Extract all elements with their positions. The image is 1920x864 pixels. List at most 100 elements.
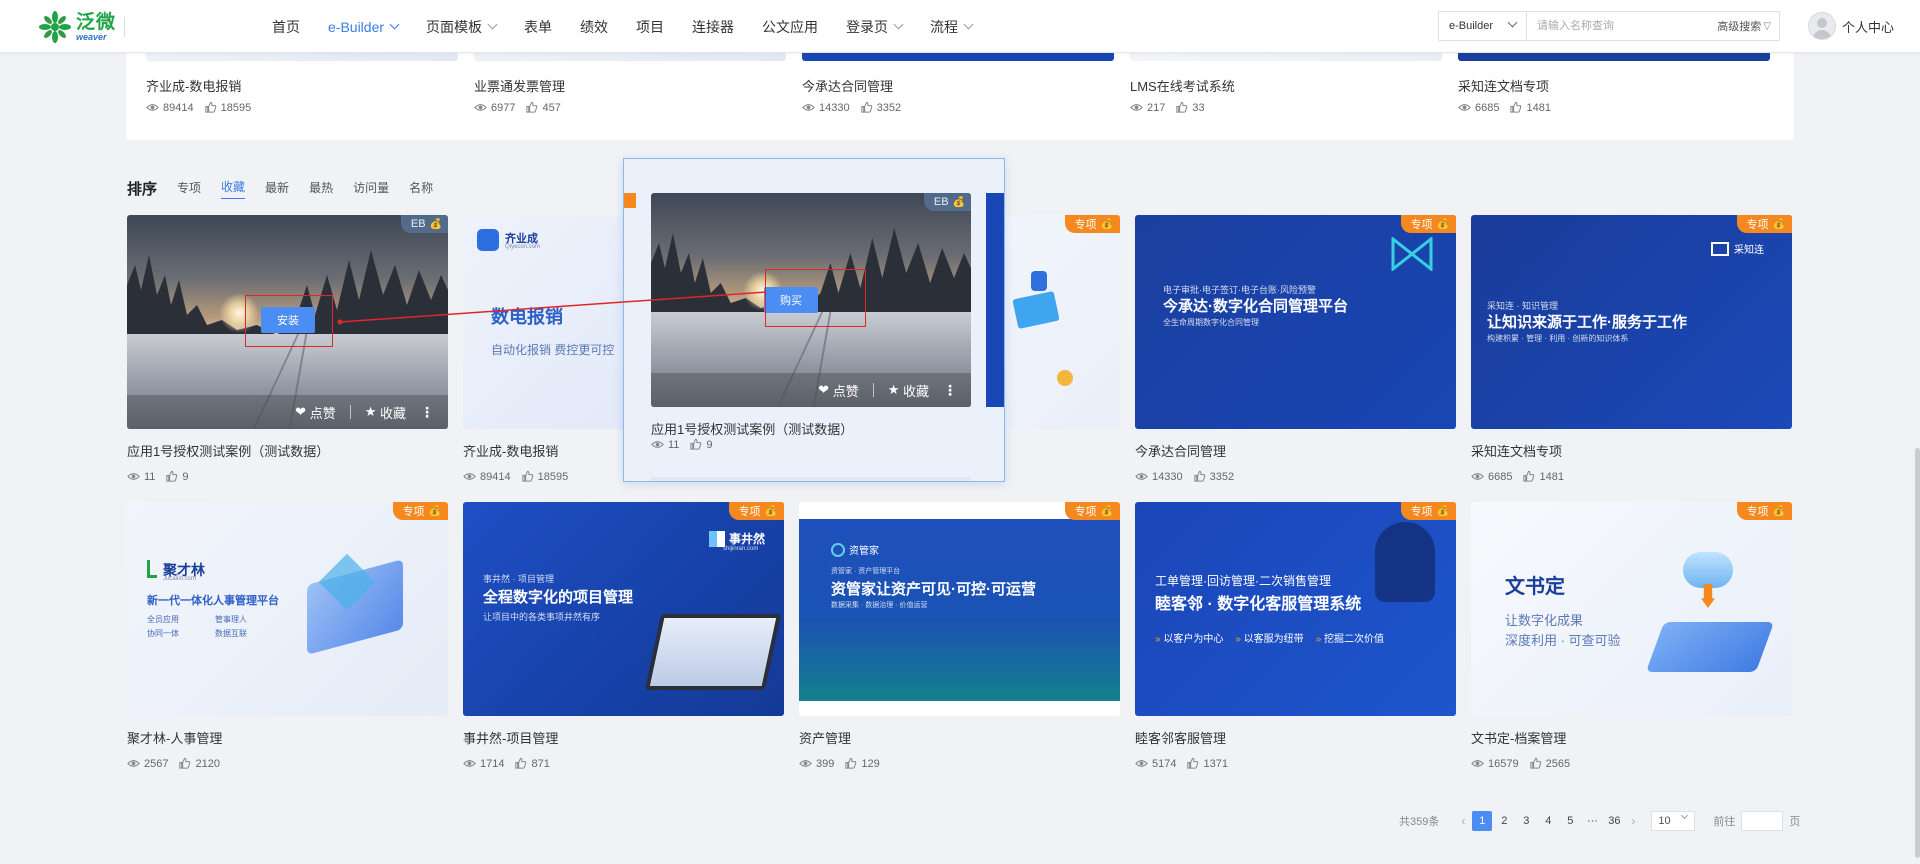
banner-small: 工单管理·回访管理·二次销售管理: [1155, 574, 1331, 588]
sort-option-visits[interactable]: 访问量: [353, 179, 389, 199]
popup-card[interactable]: EB 💰 购买 ❤ 点赞 ★ 收藏 ⋮ 应用1号授权测试案例（测试数据） 11 9: [651, 193, 971, 451]
like-button[interactable]: ❤ 点赞: [818, 381, 859, 400]
views-stat: 11: [127, 470, 155, 483]
favorite-button[interactable]: ★ 收藏: [365, 403, 406, 422]
more-icon[interactable]: ⋮: [943, 382, 957, 399]
more-icon[interactable]: ⋮: [420, 404, 434, 421]
thumbs-up-icon: [526, 101, 538, 113]
banner-feature: 数据互联: [215, 629, 247, 638]
favorite-label: 收藏: [379, 405, 406, 421]
sort-option-favorites[interactable]: 收藏: [221, 178, 246, 199]
card-stats: 16579 2565: [1471, 757, 1792, 770]
top-nav: 泛微 weaver 首页 e-Builder 页面模板 表单 绩效 项目 连接器…: [0, 0, 1920, 53]
page-number[interactable]: 36: [1604, 811, 1624, 831]
page-number[interactable]: 4: [1538, 811, 1558, 831]
thumbs-up-icon: [1523, 470, 1535, 482]
app-card[interactable]: 采知连 采知连 · 知识管理 让知识来源于工作·服务于工作 构建积累 · 管理 …: [1471, 215, 1792, 483]
app-card[interactable]: 工单管理·回访管理·二次销售管理 睦客邻 · 数字化客服管理系统 » 以客户为中…: [1135, 502, 1456, 770]
menu-item-page-templates[interactable]: 页面模板: [426, 0, 498, 53]
thumbs-up-icon: [166, 470, 178, 482]
page-size-select[interactable]: 10: [1651, 811, 1696, 831]
card-thumbnail: 文书定 让数字化成果 深度利用 · 可查可验 专项 💰: [1471, 502, 1792, 716]
likes-stat: 18595: [521, 470, 568, 483]
menu-item-home[interactable]: 首页: [272, 0, 300, 53]
banner-small: 资管家 · 资产管理平台: [831, 568, 901, 575]
special-badge-label: 专项: [1074, 219, 1097, 231]
menu-label: 流程: [930, 18, 959, 35]
search-input[interactable]: [1527, 13, 1718, 39]
eye-icon: [463, 473, 476, 480]
card-preview-popup[interactable]: EB 💰 购买 ❤ 点赞 ★ 收藏 ⋮ 应用1号授权测试案例（测试数据） 11 9: [623, 158, 1005, 482]
menu-item-login-pages[interactable]: 登录页: [846, 0, 904, 53]
goto-label: 前往: [1713, 816, 1736, 828]
likes-stat: 1481: [1522, 470, 1564, 483]
app-card[interactable]: 聚才林 Jucaiiin.com 新一代一体化人事管理平台 全员应用 管事理人 …: [127, 502, 448, 770]
thumbs-up-icon: [515, 757, 527, 769]
avatar[interactable]: [1808, 12, 1836, 40]
bag-icon: 💰: [764, 505, 777, 517]
search-scope-select[interactable]: e-Builder: [1439, 12, 1527, 40]
banner-title: 让知识来源于工作·服务于工作: [1487, 314, 1687, 331]
app-card[interactable]: 资管家 资管家 · 资产管理平台 资管家让资产可见·可控·可运营 数据采集 · …: [799, 502, 1120, 770]
app-card[interactable]: 文书定 让数字化成果 深度利用 · 可查可验 专项 💰 文书定-档案管理 1657…: [1471, 502, 1792, 770]
banner-title: 全程数字化的项目管理: [483, 589, 634, 606]
action-divider: [349, 405, 351, 419]
menu-item-e-builder[interactable]: e-Builder: [328, 0, 400, 53]
thumbs-up-icon: [204, 101, 216, 113]
bag-icon: 💰: [429, 218, 442, 230]
sort-option-hottest[interactable]: 最热: [309, 179, 333, 199]
prev-page-icon[interactable]: ‹: [1461, 814, 1465, 828]
likes-count: 33: [1192, 101, 1205, 114]
popup-edge-strip: [624, 193, 636, 208]
favorite-button[interactable]: ★ 收藏: [888, 381, 929, 400]
advanced-search-button[interactable]: 高级搜索 ▽: [1717, 18, 1771, 34]
menu-item-forms[interactable]: 表单: [524, 0, 552, 53]
card-thumbnail: 电子审批·电子签订·电子台账·风险预警 今承达·数字化合同管理平台 全生命周期数…: [1135, 215, 1456, 429]
main-menu: 首页 e-Builder 页面模板 表单 绩效 项目 连接器 公文应用 登录页 …: [258, 0, 986, 53]
bag-icon: 💰: [1100, 505, 1113, 517]
page-number[interactable]: 2: [1494, 811, 1514, 831]
page-number[interactable]: 5: [1560, 811, 1580, 831]
thumbs-up-icon: [1193, 470, 1205, 482]
card-title: 应用1号授权测试案例（测试数据）: [651, 422, 854, 437]
menu-item-performance[interactable]: 绩效: [580, 0, 608, 53]
app-card[interactable]: EB 💰 安装 ❤ 点赞 ★ 收藏 ⋮ 应用1号授权测试案例（测试数据） 11 9: [127, 215, 448, 483]
app-card[interactable]: 电子审批·电子签订·电子台账·风险预警 今承达·数字化合同管理平台 全生命周期数…: [1135, 215, 1456, 483]
likes-stat: 1481: [1509, 101, 1551, 114]
special-badge: 专项💰: [1400, 502, 1456, 520]
banner-feature-item: » 挖掘二次价值: [1316, 630, 1384, 645]
likes-stat: 9: [165, 470, 189, 483]
card-title: 文书定-档案管理: [1471, 731, 1567, 746]
menu-item-projects[interactable]: 项目: [636, 0, 664, 53]
page-number[interactable]: 1: [1472, 811, 1493, 831]
menu-item-connectors[interactable]: 连接器: [692, 0, 734, 53]
next-page-icon[interactable]: ›: [1631, 814, 1635, 828]
vertical-scrollbar[interactable]: [1915, 448, 1920, 858]
card-title: 聚才林-人事管理: [127, 731, 223, 746]
sort-option-newest[interactable]: 最新: [265, 179, 289, 199]
banner-title: 今承达·数字化合同管理平台: [1163, 298, 1348, 315]
menu-item-document-apps[interactable]: 公文应用: [762, 0, 818, 53]
menu-item-workflow[interactable]: 流程: [930, 0, 974, 53]
bag-icon: 💰: [952, 196, 965, 208]
thumbs-up-icon: [1176, 101, 1188, 113]
banner-feature: 挖掘二次价值: [1324, 634, 1385, 645]
banner-title: 文书定: [1505, 576, 1565, 598]
user-center-link[interactable]: 个人中心: [1842, 17, 1894, 36]
goto-page-input[interactable]: [1741, 811, 1784, 831]
sort-option-special[interactable]: 专项: [177, 179, 201, 199]
eye-icon: [651, 441, 664, 448]
brand-logo[interactable]: 泛微 weaver: [38, 9, 126, 45]
page-ellipsis[interactable]: ···: [1582, 811, 1602, 831]
like-button[interactable]: ❤ 点赞: [295, 403, 336, 422]
likes-stat: 457: [525, 101, 561, 114]
app-card[interactable]: 事井然 shijinran.com 事井然 · 项目管理 全程数字化的项目管理 …: [463, 502, 784, 770]
views-count: 5174: [1152, 757, 1177, 770]
card-thumbnail: 聚才林 Jucaiiin.com 新一代一体化人事管理平台 全员应用 管事理人 …: [127, 502, 448, 716]
page-number[interactable]: 3: [1516, 811, 1536, 831]
special-badge-label: 专项: [1410, 506, 1433, 518]
sort-option-name[interactable]: 名称: [409, 179, 433, 199]
views-count: 89414: [163, 101, 194, 114]
eye-icon: [1135, 760, 1148, 767]
banner-subtitle: 深度利用 · 可查可验: [1505, 633, 1621, 648]
